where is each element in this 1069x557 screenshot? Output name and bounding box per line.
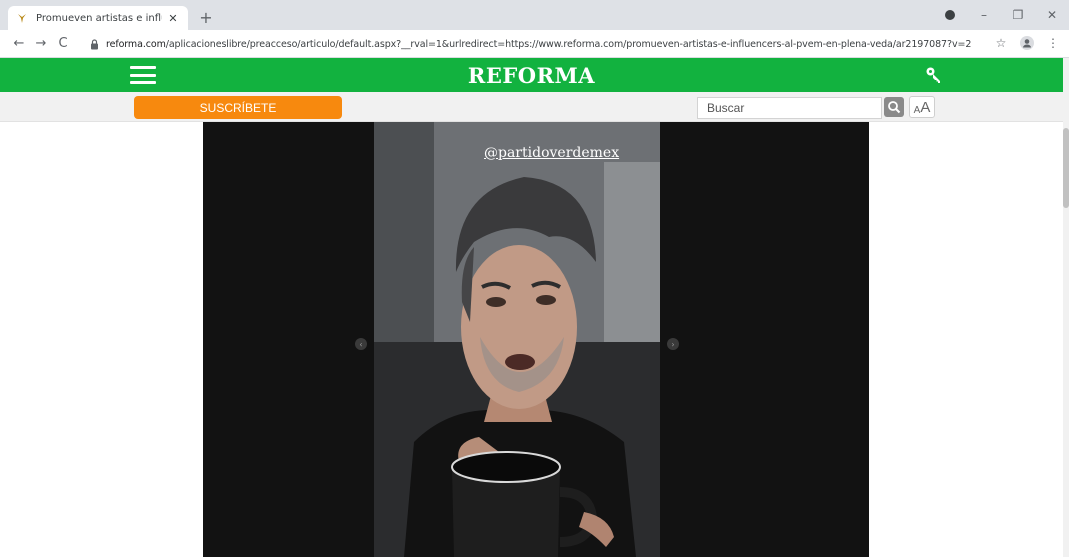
new-tab-button[interactable]: + <box>196 7 216 27</box>
font-size-small-label: A <box>913 105 921 116</box>
search-button[interactable] <box>884 97 904 117</box>
key-icon[interactable] <box>924 65 944 85</box>
tab-title: Promueven artistas e influencers <box>36 12 162 24</box>
extension-icon[interactable] <box>933 0 967 30</box>
lock-icon <box>88 38 100 50</box>
site-favicon-icon <box>16 12 28 24</box>
tab-close-icon[interactable]: ✕ <box>166 11 180 25</box>
browser-tab-strip: Promueven artistas e influencers ✕ + – ❐… <box>0 0 1069 30</box>
page-scrollbar[interactable] <box>1063 58 1069 557</box>
reload-button[interactable]: C <box>52 33 74 55</box>
font-size-big-label: A <box>920 99 931 116</box>
browser-tab[interactable]: Promueven artistas e influencers ✕ <box>8 6 188 30</box>
restore-button[interactable]: ❐ <box>1001 0 1035 30</box>
font-size-button[interactable]: AA <box>909 96 935 118</box>
site-header: REFORMA <box>0 58 1063 92</box>
toolbar-actions: ☆ ⋮ <box>991 33 1063 53</box>
video-frame[interactable]: @partidoverdemex <box>374 122 660 557</box>
next-arrow-icon[interactable]: › <box>667 338 679 350</box>
video-handle-text: @partidoverdemex <box>484 145 620 161</box>
media-viewer: @partidoverdemex ‹ › <box>203 122 869 557</box>
forward-button[interactable]: → <box>30 33 52 55</box>
minimize-button[interactable]: – <box>967 0 1001 30</box>
url-path: /aplicacioneslibre/preacceso/articulo/de… <box>165 38 972 50</box>
url-host: reforma.com <box>106 38 166 50</box>
scrollbar-thumb[interactable] <box>1063 128 1069 208</box>
sub-navigation-bar: SUSCRÍBETE AA <box>0 92 1063 122</box>
close-window-button[interactable]: ✕ <box>1035 0 1069 30</box>
window-controls: – ❐ ✕ <box>933 0 1069 30</box>
url-text: reforma.com/aplicacioneslibre/preacceso/… <box>106 39 971 50</box>
browser-toolbar: ← → C reforma.com/aplicacioneslibre/prea… <box>0 30 1069 58</box>
search-icon <box>888 101 901 114</box>
back-button[interactable]: ← <box>8 33 30 55</box>
browser-menu-icon[interactable]: ⋮ <box>1043 33 1063 53</box>
profile-icon[interactable] <box>1017 33 1037 53</box>
subscribe-button[interactable]: SUSCRÍBETE <box>134 96 342 119</box>
previous-arrow-icon[interactable]: ‹ <box>355 338 367 350</box>
address-bar[interactable]: reforma.com/aplicacioneslibre/preacceso/… <box>88 33 988 55</box>
search-input[interactable] <box>697 97 882 119</box>
site-logo[interactable]: REFORMA <box>0 63 1063 88</box>
bookmark-star-icon[interactable]: ☆ <box>991 33 1011 53</box>
video-still <box>374 122 660 557</box>
